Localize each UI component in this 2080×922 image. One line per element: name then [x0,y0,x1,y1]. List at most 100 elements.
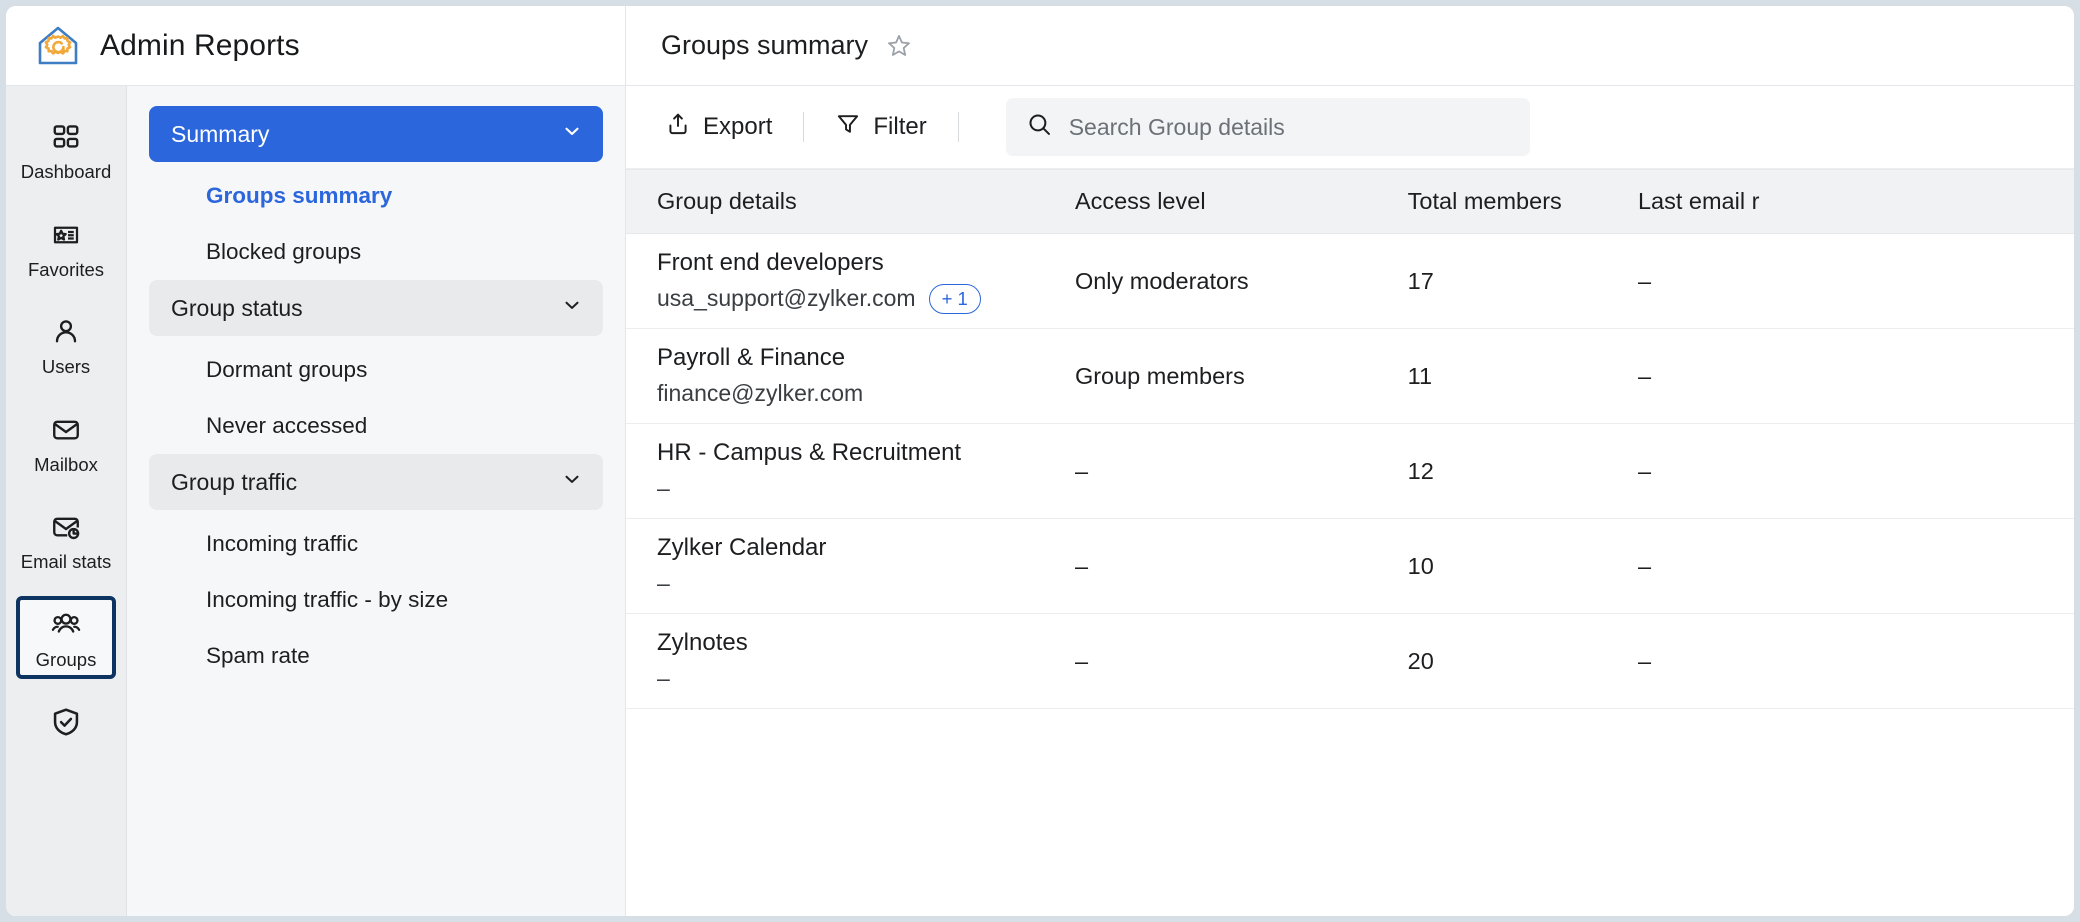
table-row[interactable]: Zylnotes – – 20 – [626,613,2074,709]
nav-group-label: Summary [171,120,270,147]
group-email-line: – [657,661,1065,697]
sidebar-item-favorites[interactable]: Favorites [16,206,116,290]
main-content: Export Filter Search Group details Group… [626,86,2074,916]
sidebar-item-groups[interactable]: Groups [16,595,116,679]
primary-nav-rail: Dashboard Favorites Users Mailbox Email … [6,86,126,916]
toolbar-divider [803,112,805,142]
cell-spacer [1986,328,2074,424]
group-name: Zylnotes [657,629,748,657]
column-header-last-email[interactable]: Last email r [1637,169,1987,234]
cell-total-members: 17 [1407,233,1638,329]
star-outline-icon[interactable] [885,32,913,60]
group-people-icon [50,608,82,642]
sidebar-item-mailbox[interactable]: Mailbox [16,401,116,485]
cell-group-details: Payroll & Finance finance@zylker.com [626,328,1075,424]
column-header-total-members[interactable]: Total members [1407,169,1638,234]
cell-access-level: – [1074,423,1408,519]
cell-access-level: Only moderators [1074,233,1408,329]
cell-total-members: 20 [1407,613,1638,709]
cell-total-members: 10 [1407,518,1638,614]
groups-table-container: Group details Access level Total members… [626,169,2074,916]
page-header: Groups summary [625,6,2074,86]
cell-group-details: Zylnotes – [626,613,1075,709]
group-email: finance@zylker.com [657,380,864,407]
filter-button[interactable]: Filter [827,105,934,150]
nav-group-summary[interactable]: Summary [149,106,603,162]
toolbar-divider [957,112,959,142]
table-body: Front end developers usa_support@zylker.… [626,233,2074,709]
cell-spacer [1986,233,2074,329]
group-email: usa_support@zylker.com [657,285,916,312]
cell-spacer [1986,518,2074,614]
house-gear-icon [34,22,82,70]
nav-group-group-traffic[interactable]: Group traffic [149,454,603,510]
cell-total-members: 12 [1407,423,1638,519]
body-area: Dashboard Favorites Users Mailbox Email … [6,86,2074,916]
cell-last-email: – [1637,328,1987,424]
nav-group-label: Group status [171,294,303,321]
group-name: HR - Campus & Recruitment [657,439,962,467]
nav-item-spam-rate[interactable]: Spam rate [149,628,603,684]
sidebar-item-label: Favorites [27,258,105,280]
cell-last-email: – [1637,423,1987,519]
column-header-access-level[interactable]: Access level [1074,169,1408,234]
nav-item-incoming-traffic-by-size[interactable]: Incoming traffic - by size [149,572,603,628]
cell-access-level: – [1074,518,1408,614]
nav-item-label: Incoming traffic [206,531,359,556]
group-email: – [657,570,670,597]
table-row[interactable]: Front end developers usa_support@zylker.… [626,233,2074,329]
grid-squares-icon [51,120,81,154]
sidebar-item-label: Mailbox [34,453,98,475]
secondary-nav: Summary Groups summary Blocked groups Gr… [126,86,626,916]
group-email-line: finance@zylker.com [657,376,1065,412]
nav-group-group-status[interactable]: Group status [149,280,603,336]
export-button[interactable]: Export [657,105,780,150]
sidebar-item-dashboard[interactable]: Dashboard [16,108,116,192]
extra-emails-badge[interactable]: + 1 [928,283,981,315]
envelope-icon [51,413,81,447]
cell-group-details: Zylker Calendar – [626,518,1075,614]
envelope-chart-icon [51,510,81,544]
chevron-down-icon [561,294,583,322]
sidebar-item-users[interactable]: Users [16,303,116,387]
column-header-group-details[interactable]: Group details [626,169,1075,234]
star-document-icon [51,218,81,252]
cell-total-members: 11 [1407,328,1638,424]
sidebar-item-label: Users [41,356,91,377]
nav-item-incoming-traffic[interactable]: Incoming traffic [149,516,603,572]
export-upload-icon [665,111,691,144]
table-row[interactable]: Payroll & Finance finance@zylker.com Gro… [626,328,2074,424]
group-email-line: usa_support@zylker.com + 1 [657,281,1065,317]
nav-item-dormant-groups[interactable]: Dormant groups [149,342,603,398]
chevron-down-icon [561,468,583,496]
horizontal-scrollbar[interactable] [626,910,2074,916]
table-row[interactable]: HR - Campus & Recruitment – – 12 – [626,423,2074,519]
search-icon [1026,111,1053,143]
group-name: Payroll & Finance [657,344,846,372]
search-input[interactable]: Search Group details [1005,98,1530,156]
user-icon [51,315,81,349]
sidebar-item-label: Dashboard [20,161,112,182]
cell-spacer [1986,613,2074,709]
funnel-icon [835,111,861,144]
nav-item-label: Groups summary [206,183,393,208]
nav-item-groups-summary[interactable]: Groups summary [149,168,603,224]
sidebar-item-security[interactable] [16,693,116,749]
brand-area: Admin Reports [6,6,625,86]
nav-item-label: Spam rate [206,643,310,668]
group-email: – [657,475,670,502]
cell-spacer [1986,423,2074,519]
nav-item-blocked-groups[interactable]: Blocked groups [149,224,603,280]
group-email: – [657,665,670,692]
sidebar-item-email-stats[interactable]: Email stats [16,498,116,582]
page-title: Groups summary [661,30,869,60]
nav-item-label: Dormant groups [206,357,368,382]
nav-item-never-accessed[interactable]: Never accessed [149,398,603,454]
table-row[interactable]: Zylker Calendar – – 10 – [626,518,2074,614]
shield-check-icon [50,705,82,739]
column-header-spacer [1986,169,2074,234]
nav-group-label: Group traffic [171,468,298,495]
groups-table: Group details Access level Total members… [626,169,2074,709]
nav-item-label: Never accessed [206,413,368,438]
table-header: Group details Access level Total members… [626,169,2074,234]
